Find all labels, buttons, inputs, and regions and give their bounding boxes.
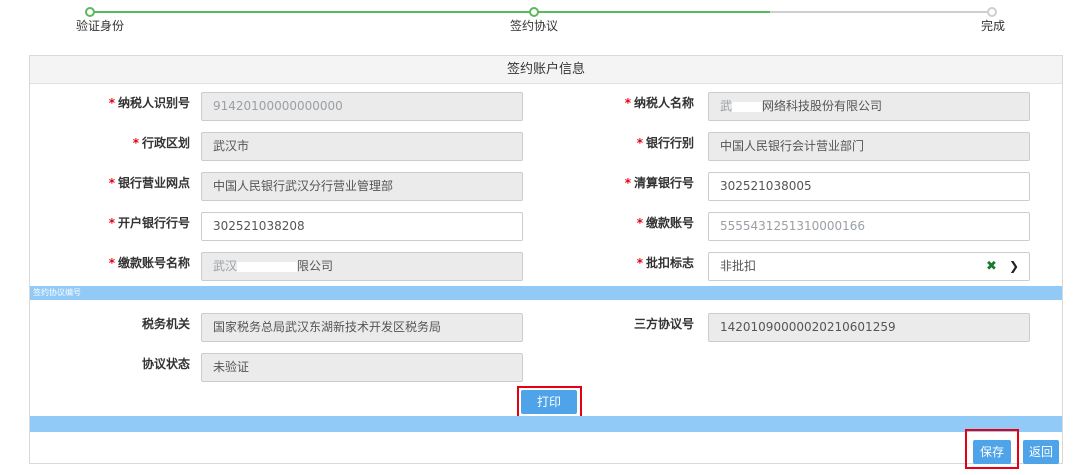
taxpayer-id-field: 91420100000000000 [201,92,523,121]
bank-outlet-label: * 银行营业网点 [108,176,190,190]
step-line-completed [90,11,770,13]
batch-flag-select[interactable]: 非批扣 ✖ ❯ [708,252,1030,281]
agreement-status-field: 未验证 [201,353,523,382]
progress-steps: 验证身份 签约协议 完成 [0,0,1080,40]
required-mark: * [636,136,643,150]
step-1-dot-icon [85,7,95,17]
step-2-label: 签约协议 [510,19,559,33]
form-row: 税务机关 国家税务总局武汉东湖新技术开发区税务局 三方协议号 142010900… [30,313,1062,343]
tax-office-field: 国家税务总局武汉东湖新技术开发区税务局 [201,313,523,342]
pay-account-no-label: * 缴款账号 [636,216,694,230]
form-row: * 缴款账号名称 武汉 限公司 * 批扣标志 非批扣 ✖ ❯ [30,252,1062,282]
form-row: * 开户银行行号 302521038208 * 缴款账号 5555431251310… [30,212,1062,242]
section-header: 签约协议编号 [30,286,1062,300]
required-mark: * [624,96,631,110]
footer-strip [30,416,1062,432]
step-3-dot-icon [987,7,997,17]
step-line-pending [770,11,992,13]
bank-outlet-field: 中国人民银行武汉分行营业管理部 [201,172,523,201]
taxpayer-name-label: * 纳税人名称 [624,96,694,110]
tripartite-no-label: 三方协议号 [633,317,694,331]
step-2-dot-icon [529,7,539,17]
required-mark: * [108,256,115,270]
clear-icon[interactable]: ✖ [986,259,997,274]
required-mark: * [108,176,115,190]
bank-branch-label: * 银行行别 [636,136,694,150]
redaction-mask [237,261,298,272]
panel-title: 签约账户信息 [30,56,1062,84]
pay-account-name-field: 武汉 限公司 [201,252,523,281]
required-mark: * [108,216,115,230]
taxpayer-id-label: * 纳税人识别号 [108,96,190,110]
bank-branch-field: 中国人民银行会计营业部门 [708,132,1030,161]
required-mark: * [132,136,139,150]
required-mark: * [636,256,643,270]
required-mark: * [108,96,115,110]
region-field: 武汉市 [201,132,523,161]
open-bank-no-label: * 开户银行行号 [108,216,190,230]
form-row: * 纳税人识别号 91420100000000000 * 纳税人名称 武网络科技股份… [30,92,1062,122]
form-row: * 银行营业网点 中国人民银行武汉分行营业管理部 * 清算银行号 302521038… [30,172,1062,202]
chevron-down-icon[interactable]: ❯ [1009,259,1019,273]
required-mark: * [624,176,631,190]
pay-account-no-input[interactable]: 5555431251310000166 [708,212,1030,241]
highlight-box [517,386,582,418]
agreement-status-label: 协议状态 [141,357,190,371]
clearing-bank-no-input[interactable]: 302521038005 [708,172,1030,201]
clearing-bank-no-label: * 清算银行号 [624,176,694,190]
pay-account-name-label: * 缴款账号名称 [108,256,190,270]
step-3-label: 完成 [981,19,1006,33]
required-mark: * [636,216,643,230]
highlight-box [965,429,1019,469]
step-1-label: 验证身份 [76,19,125,33]
redaction-mask [732,101,763,112]
region-label: * 行政区划 [132,136,190,150]
account-info-panel: 签约账户信息 * 纳税人识别号 91420100000000000 * 纳税人名称 … [29,55,1063,469]
open-bank-no-input[interactable]: 302521038208 [201,212,523,241]
batch-flag-label: * 批扣标志 [636,256,694,270]
taxpayer-name-field: 武网络科技股份有限公司 [708,92,1030,121]
form-row: 协议状态 未验证 [30,353,1062,383]
tax-office-label: 税务机关 [141,317,190,331]
form-row: * 行政区划 武汉市 * 银行行别 中国人民银行会计营业部门 [30,132,1062,162]
tripartite-no-field: 14201090000020210601259 [708,313,1030,342]
back-button[interactable]: 返回 [1023,440,1059,464]
